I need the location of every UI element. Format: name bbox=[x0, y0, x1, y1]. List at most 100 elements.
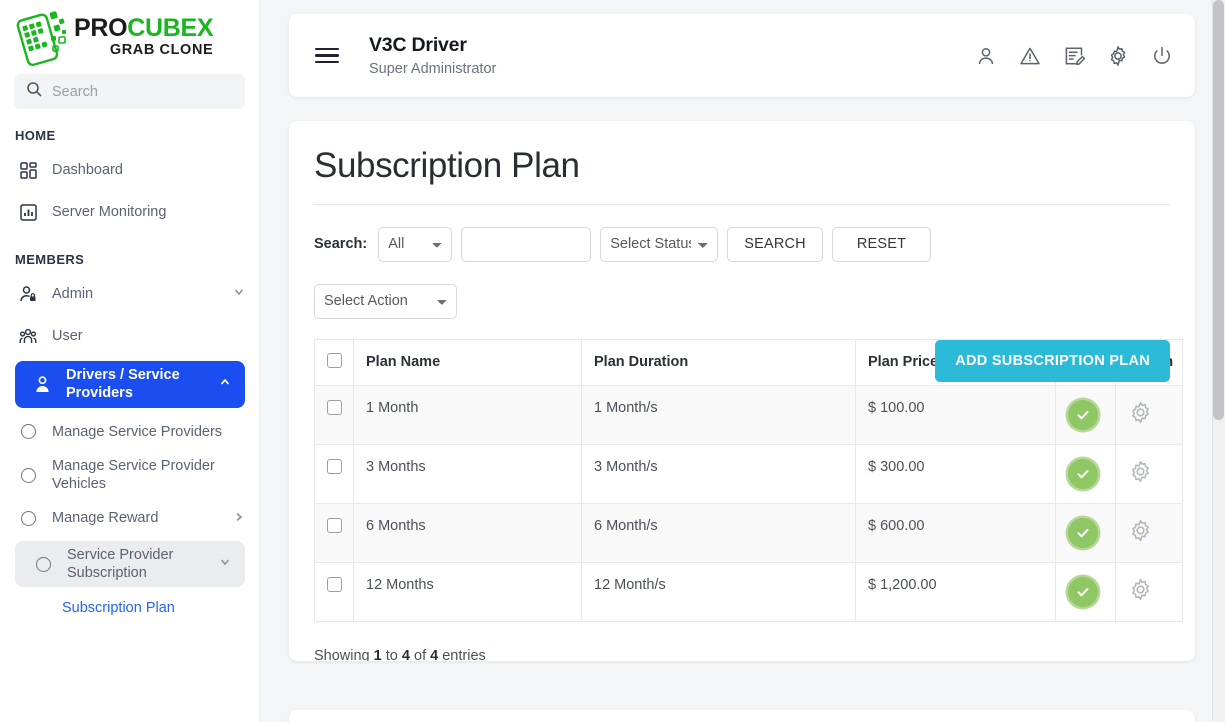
cell-plan-duration: 3 Month/s bbox=[581, 443, 856, 504]
sidebar-item-service-provider-subscription[interactable]: Service Provider Subscription bbox=[15, 540, 245, 588]
cell-status bbox=[1055, 561, 1116, 622]
sidebar: PROCUBEX GRAB CLONE Search HOME Dashboar… bbox=[0, 0, 260, 722]
row-select-cell bbox=[314, 502, 354, 563]
select-all-checkbox[interactable] bbox=[327, 352, 342, 368]
chevron-right-icon bbox=[233, 511, 245, 527]
gear-icon[interactable] bbox=[1128, 400, 1153, 425]
search-input[interactable] bbox=[461, 226, 592, 262]
logo-tagline: GRAB CLONE bbox=[109, 42, 214, 59]
showing-from: 1 bbox=[373, 647, 382, 662]
row-checkbox[interactable] bbox=[327, 517, 342, 533]
showing-to: 4 bbox=[401, 647, 410, 662]
topbar-icons bbox=[975, 45, 1173, 67]
sidebar-search[interactable]: Search bbox=[14, 74, 245, 109]
row-checkbox[interactable] bbox=[327, 458, 342, 474]
sidebar-item-drivers-service-providers[interactable]: Drivers / Service Providers bbox=[15, 361, 245, 408]
cell-plan-price: $ 1,200.00 bbox=[855, 561, 1056, 622]
showing-prefix: Showing bbox=[314, 647, 370, 662]
status-active-check-icon bbox=[1068, 576, 1098, 607]
table-entries-summary: Showing 1 to 4 of 4 entries bbox=[314, 648, 1170, 662]
row-select-cell bbox=[314, 384, 354, 445]
sidebar-item-label: User bbox=[52, 327, 83, 344]
radio-circle-icon bbox=[30, 556, 56, 572]
procubex-logo-icon bbox=[14, 8, 70, 67]
gear-icon[interactable] bbox=[1128, 518, 1153, 543]
radio-circle-icon bbox=[15, 424, 41, 440]
row-checkbox[interactable] bbox=[327, 399, 342, 415]
showing-suffix: entries bbox=[442, 647, 486, 662]
sidebar-item-label: Subscription Plan bbox=[62, 600, 175, 617]
search-scope-select[interactable]: All bbox=[378, 226, 453, 262]
alert-triangle-icon[interactable] bbox=[1019, 45, 1041, 67]
gear-icon[interactable] bbox=[1128, 459, 1153, 484]
cell-status bbox=[1055, 502, 1116, 563]
hamburger-menu-icon[interactable] bbox=[315, 44, 339, 68]
bar-chart-icon bbox=[15, 203, 41, 221]
main-content: V3C Driver Super Administrator Subscript… bbox=[260, 0, 1225, 722]
table-row: 6 Months 6 Month/s $ 600.00 bbox=[314, 502, 1183, 563]
sidebar-item-subscription-plan[interactable]: Subscription Plan bbox=[0, 589, 259, 627]
cell-action bbox=[1115, 561, 1183, 622]
sidebar-item-label: Admin bbox=[52, 285, 94, 302]
profile-icon[interactable] bbox=[975, 45, 997, 67]
cell-plan-price: $ 100.00 bbox=[855, 384, 1056, 445]
logo-text-cubex: CUBEX bbox=[127, 14, 214, 43]
subscription-plan-card: Subscription Plan Search: All Select Sta… bbox=[289, 121, 1195, 661]
admin-user-icon bbox=[15, 285, 41, 303]
sidebar-item-manage-service-provider-vehicles[interactable]: Manage Service Provider Vehicles bbox=[0, 452, 259, 499]
topbar-titles: V3C Driver Super Administrator bbox=[369, 34, 975, 77]
cell-plan-price: $ 300.00 bbox=[855, 443, 1056, 504]
edit-document-icon[interactable] bbox=[1063, 45, 1085, 67]
status-select[interactable]: Select Status bbox=[600, 226, 719, 262]
brand-logo[interactable]: PROCUBEX GRAB CLONE bbox=[0, 0, 259, 72]
row-select-cell bbox=[314, 443, 354, 504]
radio-circle-icon bbox=[15, 511, 41, 527]
radio-circle-icon bbox=[15, 467, 41, 483]
filter-bar: Search: All Select Status SEARCH RESET bbox=[314, 226, 1170, 262]
page-title: Subscription Plan bbox=[314, 146, 580, 185]
showing-mid: to bbox=[385, 647, 398, 662]
sidebar-item-label: Manage Service Provider Vehicles bbox=[52, 457, 215, 493]
page-scrollbar[interactable] bbox=[1212, 0, 1225, 722]
reset-button[interactable]: RESET bbox=[831, 226, 932, 262]
cell-status bbox=[1055, 384, 1116, 445]
users-group-icon bbox=[15, 327, 41, 345]
sidebar-search-placeholder: Search bbox=[52, 83, 98, 100]
secondary-card bbox=[289, 710, 1195, 722]
sidebar-section-members: MEMBERS bbox=[15, 252, 85, 267]
grid-icon bbox=[15, 161, 41, 179]
table-row: 12 Months 12 Month/s $ 1,200.00 bbox=[314, 561, 1183, 622]
page-scrollbar-thumb[interactable] bbox=[1213, 0, 1224, 420]
cell-plan-name: 6 Months bbox=[353, 502, 582, 563]
settings-gear-icon[interactable] bbox=[1107, 45, 1129, 67]
sidebar-item-label: Manage Service Providers bbox=[52, 423, 223, 440]
cell-status bbox=[1055, 443, 1116, 504]
sidebar-item-dashboard[interactable]: Dashboard bbox=[0, 149, 259, 191]
driver-user-icon bbox=[29, 375, 55, 394]
chevron-up-icon bbox=[219, 376, 231, 392]
sidebar-item-server-monitoring[interactable]: Server Monitoring bbox=[0, 191, 259, 233]
gear-icon[interactable] bbox=[1128, 577, 1153, 602]
status-active-check-icon bbox=[1068, 399, 1098, 430]
sidebar-item-label: Drivers / Service Providers bbox=[66, 367, 180, 402]
status-active-check-icon bbox=[1068, 458, 1098, 489]
row-select-cell bbox=[314, 561, 354, 622]
topbar-subtitle: Super Administrator bbox=[369, 61, 497, 77]
sidebar-item-label: Service Provider Subscription bbox=[67, 546, 174, 582]
sidebar-item-admin[interactable]: Admin bbox=[0, 273, 259, 315]
power-icon[interactable] bbox=[1151, 45, 1173, 67]
add-subscription-plan-button[interactable]: ADD SUBSCRIPTION PLAN bbox=[935, 340, 1170, 382]
search-button[interactable]: SEARCH bbox=[727, 226, 823, 262]
column-header-plan-duration: Plan Duration bbox=[581, 338, 856, 386]
title-divider bbox=[314, 203, 1170, 205]
cell-plan-price: $ 600.00 bbox=[855, 502, 1056, 563]
sidebar-item-user[interactable]: User bbox=[0, 315, 259, 357]
sidebar-item-label: Manage Reward bbox=[52, 510, 159, 527]
sidebar-item-manage-reward[interactable]: Manage Reward bbox=[0, 499, 259, 539]
sidebar-item-manage-service-providers[interactable]: Manage Service Providers bbox=[0, 412, 259, 452]
row-checkbox[interactable] bbox=[327, 576, 342, 592]
cell-plan-name: 12 Months bbox=[353, 561, 582, 622]
bulk-action-select[interactable]: Select Action bbox=[314, 283, 457, 319]
cell-plan-duration: 1 Month/s bbox=[581, 384, 856, 445]
sidebar-item-label: Dashboard bbox=[52, 161, 123, 178]
